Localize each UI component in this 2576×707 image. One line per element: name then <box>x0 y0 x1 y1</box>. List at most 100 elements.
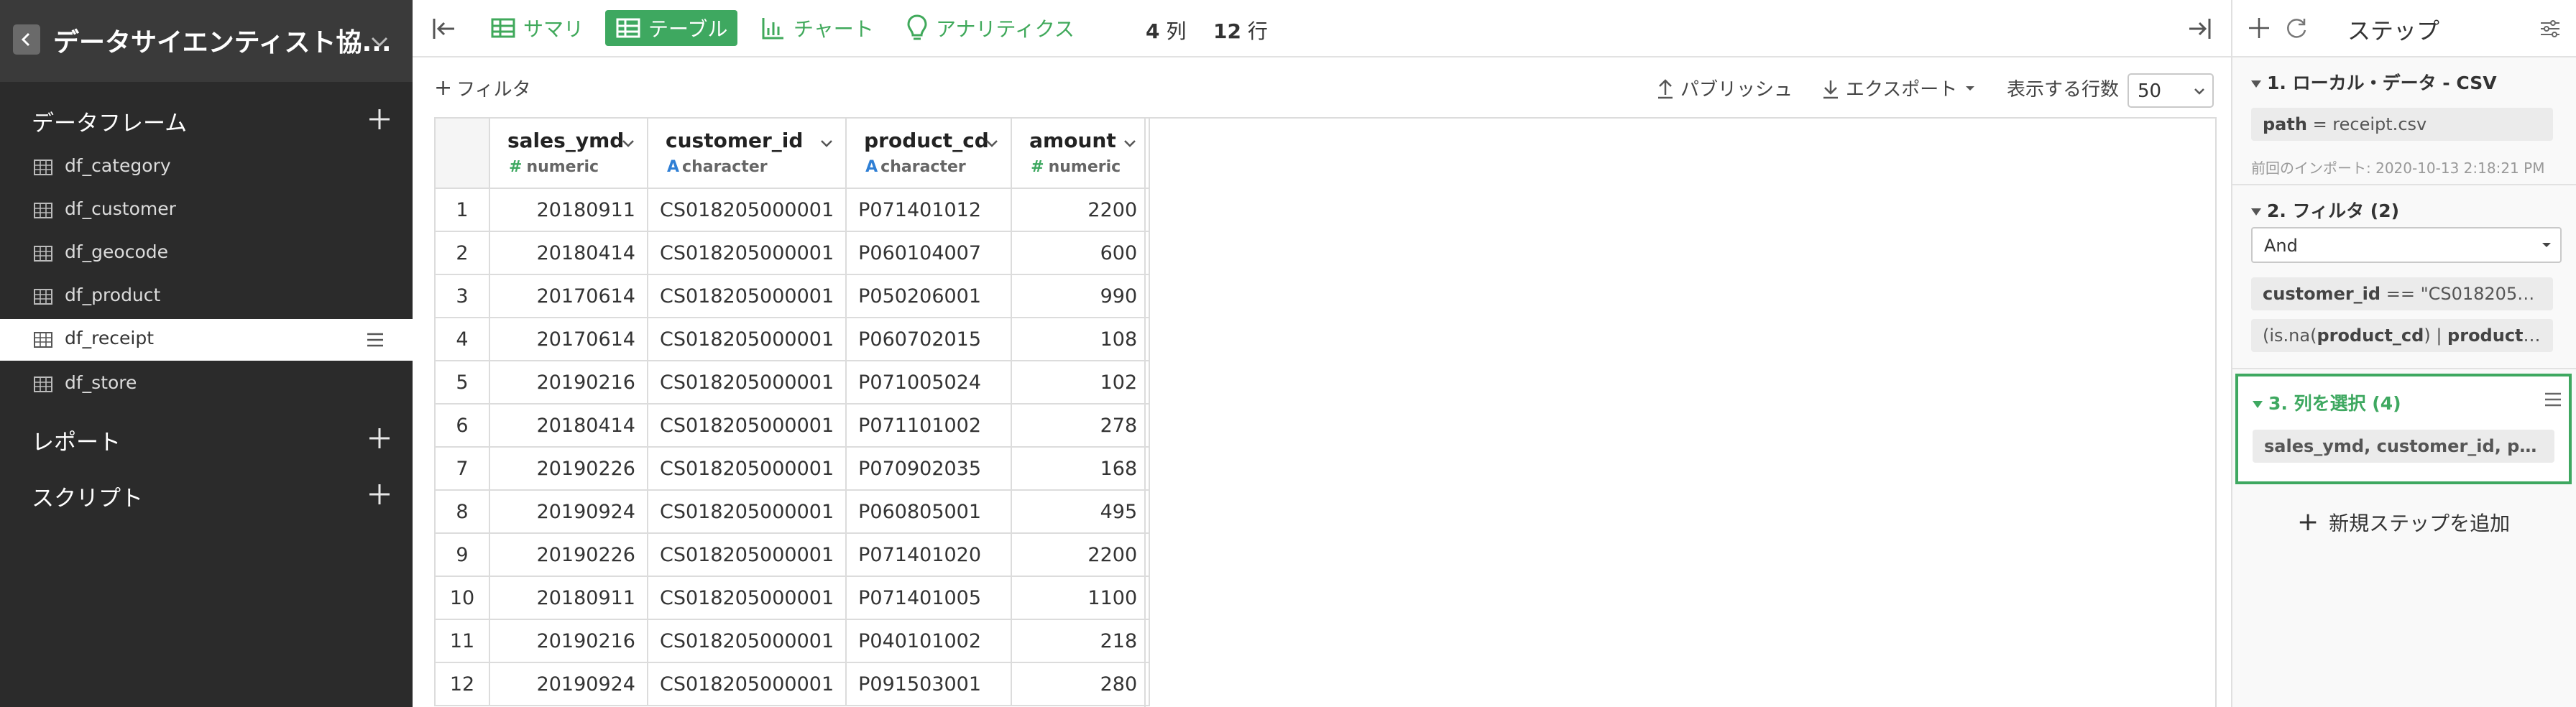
cell-sales-ymd[interactable]: 20190216 <box>489 360 648 405</box>
rows-to-show-select[interactable]: 50 <box>2128 73 2214 108</box>
cell-sales-ymd[interactable]: 20190226 <box>489 446 648 491</box>
sidebar-item-df-category[interactable]: df_category <box>0 147 413 188</box>
tab-table[interactable]: テーブル <box>605 10 738 46</box>
cell-customer-id[interactable]: CS018205000001 <box>646 274 847 318</box>
column-menu-chevron-icon <box>986 140 998 147</box>
cell-customer-id[interactable]: CS018205000001 <box>646 662 847 706</box>
table-icon <box>33 288 53 305</box>
add-step-plus-icon[interactable] <box>2247 16 2271 40</box>
upload-icon <box>1658 78 1673 98</box>
cell-amount[interactable]: 2200 <box>1011 188 1151 232</box>
column-menu-chevron-icon <box>622 140 634 147</box>
cell-product-cd[interactable]: P040101002 <box>845 619 1013 663</box>
selected-columns-chip[interactable]: sales_ymd, customer_id, product... <box>2253 430 2554 463</box>
cell-sales-ymd[interactable]: 20190924 <box>489 489 648 534</box>
cell-product-cd[interactable]: P071005024 <box>845 360 1013 405</box>
cell-product-cd[interactable]: P060104007 <box>845 231 1013 275</box>
cell-product-cd[interactable]: P071401012 <box>845 188 1013 232</box>
column-header-customer_id[interactable]: customer_id Acharacter <box>646 117 847 189</box>
cell-amount[interactable]: 990 <box>1011 274 1151 318</box>
filter-condition-2[interactable]: (is.na(product_cd) | product_c... <box>2251 319 2553 352</box>
step-3-card[interactable]: 3. 列を選択 (4) sales_ymd, customer_id, prod… <box>2235 374 2572 484</box>
step-1-import-note: 前回のインポート: 2020-10-13 2:18:21 PM <box>2251 160 2545 177</box>
cell-sales-ymd[interactable]: 20180414 <box>489 231 648 275</box>
cell-customer-id[interactable]: CS018205000001 <box>646 317 847 361</box>
project-header[interactable]: データサイエンティスト協... <box>0 0 413 82</box>
cell-customer-id[interactable]: CS018205000001 <box>646 619 847 663</box>
cell-amount[interactable]: 278 <box>1011 403 1151 448</box>
tab-analytics[interactable]: アナリティクス <box>906 10 1075 46</box>
step-3-title[interactable]: 3. 列を選択 (4) <box>2253 389 2401 415</box>
cell-product-cd[interactable]: P060702015 <box>845 317 1013 361</box>
sidebar-item-df-receipt[interactable]: df_receipt <box>0 319 413 361</box>
cell-product-cd[interactable]: P071401005 <box>845 576 1013 620</box>
cell-amount[interactable]: 1100 <box>1011 576 1151 620</box>
cell-product-cd[interactable]: P091503001 <box>845 662 1013 706</box>
cell-amount[interactable]: 495 <box>1011 489 1151 534</box>
cell-product-cd[interactable]: P050206001 <box>845 274 1013 318</box>
add-report-icon[interactable] <box>367 425 392 451</box>
cell-customer-id[interactable]: CS018205000001 <box>646 532 847 577</box>
cell-amount[interactable]: 108 <box>1011 317 1151 361</box>
cell-amount[interactable]: 280 <box>1011 662 1151 706</box>
filter-logic-select[interactable]: And <box>2251 227 2562 263</box>
back-button[interactable] <box>13 24 40 55</box>
cell-customer-id[interactable]: CS018205000001 <box>646 360 847 405</box>
filter-condition-1[interactable]: customer_id == "CS01820500... <box>2251 277 2553 310</box>
collapse-right-icon[interactable] <box>2185 14 2214 43</box>
cell-amount[interactable]: 2200 <box>1011 532 1151 577</box>
step-1-title[interactable]: 1. ローカル・データ - CSV <box>2251 69 2497 95</box>
add-script-icon[interactable] <box>367 481 392 507</box>
cell-amount[interactable]: 168 <box>1011 446 1151 491</box>
publish-button[interactable]: パブリッシュ <box>1656 75 1793 101</box>
refresh-icon[interactable] <box>2284 16 2309 40</box>
sidebar-item-df-geocode[interactable]: df_geocode <box>0 233 413 274</box>
cell-sales-ymd[interactable]: 20180911 <box>489 576 648 620</box>
column-header-amount[interactable]: amount # numeric <box>1011 117 1151 189</box>
cell-product-cd[interactable]: P071101002 <box>845 403 1013 448</box>
column-header-sales_ymd[interactable]: sales_ymd # numeric <box>489 117 648 189</box>
step-menu-icon[interactable] <box>2543 391 2563 408</box>
row-index: 1 <box>434 188 490 232</box>
cell-sales-ymd[interactable]: 20190216 <box>489 619 648 663</box>
chevron-down-icon[interactable] <box>365 27 394 56</box>
step-2-title[interactable]: 2. フィルタ (2) <box>2251 197 2399 223</box>
settings-sliders-icon[interactable] <box>2539 17 2562 40</box>
cell-amount[interactable]: 102 <box>1011 360 1151 405</box>
lightbulb-icon <box>907 14 927 40</box>
cell-amount[interactable]: 218 <box>1011 619 1151 663</box>
export-button[interactable]: エクスポート <box>1821 75 1983 101</box>
step-1-path-chip[interactable]: path = receipt.csv <box>2251 108 2553 141</box>
reports-section-title: レポート <box>32 430 121 456</box>
cell-sales-ymd[interactable]: 20170614 <box>489 274 648 318</box>
sidebar-item-df-product[interactable]: df_product <box>0 276 413 318</box>
row-index: 2 <box>434 231 490 275</box>
sidebar-item-label: df_receipt <box>65 328 155 348</box>
column-header-product_cd[interactable]: product_cd Acharacter <box>845 117 1013 189</box>
cell-customer-id[interactable]: CS018205000001 <box>646 231 847 275</box>
cell-product-cd[interactable]: P071401020 <box>845 532 1013 577</box>
cell-customer-id[interactable]: CS018205000001 <box>646 576 847 620</box>
row-index: 10 <box>434 576 490 620</box>
add-filter-button[interactable]: + フィルタ <box>434 75 531 101</box>
add-dataframe-icon[interactable] <box>367 106 392 132</box>
cell-product-cd[interactable]: P060805001 <box>845 489 1013 534</box>
sidebar-item-df-customer[interactable]: df_customer <box>0 190 413 231</box>
collapse-left-icon[interactable] <box>430 14 459 43</box>
cell-sales-ymd[interactable]: 20180911 <box>489 188 648 232</box>
tab-summary[interactable]: サマリ <box>490 10 584 46</box>
cell-sales-ymd[interactable]: 20180414 <box>489 403 648 448</box>
cell-sales-ymd[interactable]: 20190226 <box>489 532 648 577</box>
cell-customer-id[interactable]: CS018205000001 <box>646 489 847 534</box>
sidebar-item-df-store[interactable]: df_store <box>0 364 413 405</box>
cell-customer-id[interactable]: CS018205000001 <box>646 403 847 448</box>
cell-product-cd[interactable]: P070902035 <box>845 446 1013 491</box>
cell-customer-id[interactable]: CS018205000001 <box>646 446 847 491</box>
tab-chart[interactable]: チャート <box>760 10 874 46</box>
cell-sales-ymd[interactable]: 20190924 <box>489 662 648 706</box>
cell-customer-id[interactable]: CS018205000001 <box>646 188 847 232</box>
cell-sales-ymd[interactable]: 20170614 <box>489 317 648 361</box>
add-new-step-button[interactable]: + 新規ステップを追加 <box>2297 507 2510 537</box>
cell-amount[interactable]: 600 <box>1011 231 1151 275</box>
item-menu-icon[interactable] <box>365 331 385 348</box>
